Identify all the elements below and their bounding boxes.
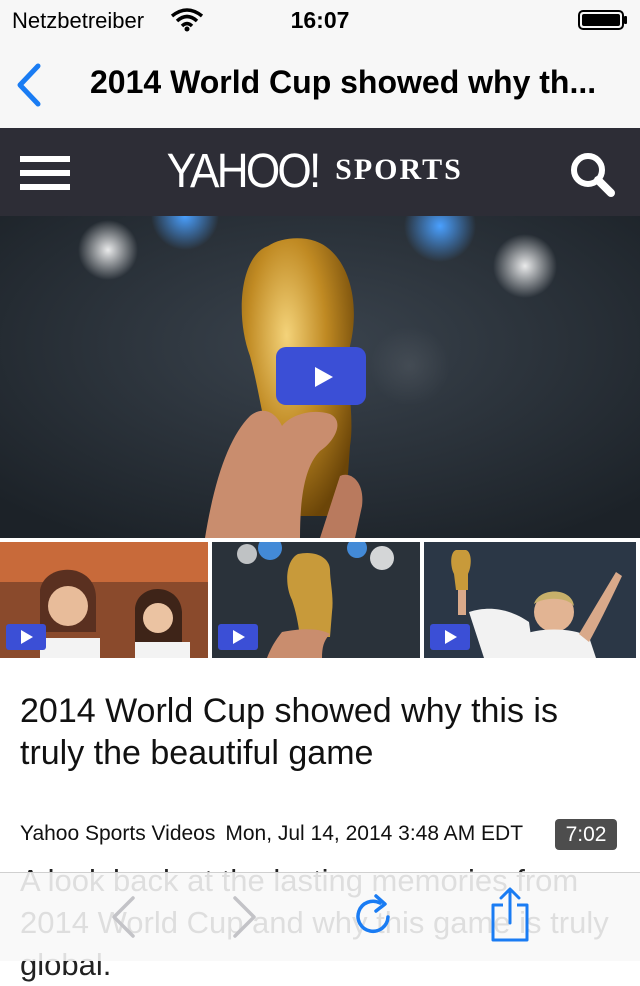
video-thumbnail[interactable] <box>424 542 636 658</box>
video-thumbnail[interactable] <box>212 536 420 658</box>
yahoo-sports-logo[interactable]: YAHOO! SPORTS <box>160 144 463 200</box>
chevron-left-icon[interactable] <box>108 895 138 939</box>
hamburger-icon[interactable] <box>20 156 70 190</box>
share-icon[interactable] <box>490 887 530 943</box>
navigation-bar: 2014 World Cup showed why th... <box>0 40 640 128</box>
article-headline: 2014 World Cup showed why this is truly … <box>20 692 558 772</box>
play-icon <box>6 624 46 650</box>
logo-text: YAHOO! <box>166 145 322 198</box>
page-title: 2014 World Cup showed why th... <box>90 64 597 100</box>
play-icon <box>430 624 470 650</box>
article-meta: Yahoo Sports Videos Mon, Jul 14, 2014 3:4… <box>20 822 523 846</box>
browser-toolbar <box>0 872 640 961</box>
status-bar: Netzbetreiber 16:07 <box>0 0 640 40</box>
chevron-left-icon[interactable] <box>12 62 48 108</box>
chevron-right-icon[interactable] <box>230 895 260 939</box>
site-header: YAHOO! SPORTS <box>0 128 640 216</box>
search-icon[interactable] <box>568 150 616 198</box>
duration-badge: 7:02 <box>555 819 617 850</box>
article-date: Mon, Jul 14, 2014 3:48 AM EDT <box>225 822 524 845</box>
refresh-icon[interactable] <box>352 893 396 941</box>
battery-icon <box>578 10 627 30</box>
video-thumbnail-strip <box>0 536 640 658</box>
play-icon <box>218 624 258 650</box>
clock: 16:07 <box>290 7 350 33</box>
article-source[interactable]: Yahoo Sports Videos <box>20 822 215 845</box>
play-icon[interactable] <box>276 347 366 405</box>
section-text: SPORTS <box>335 153 463 186</box>
video-thumbnail[interactable] <box>0 542 208 658</box>
